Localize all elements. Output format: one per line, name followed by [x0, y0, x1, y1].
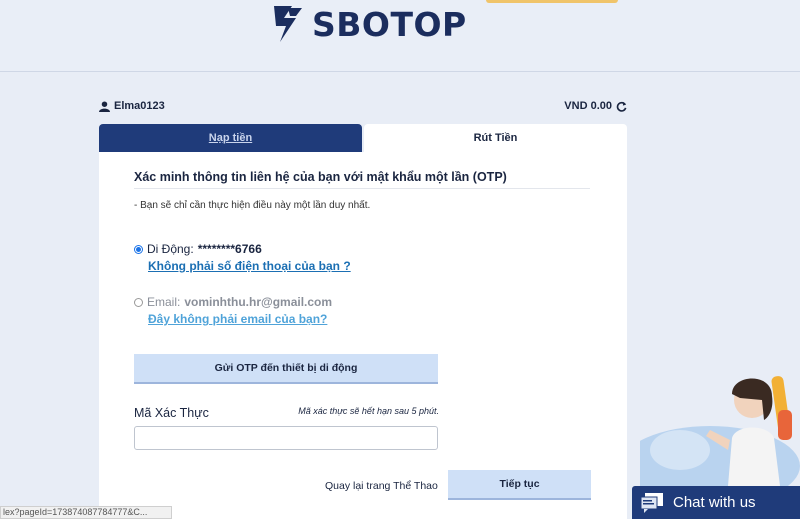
code-expiry-hint: Mã xác thực sẽ hết hạn sau 5 phút.: [298, 406, 439, 416]
email-value: vominhthu.hr@gmail.com: [184, 295, 333, 309]
mobile-radio[interactable]: [134, 244, 143, 254]
tab-withdraw[interactable]: Rút Tiền: [364, 124, 627, 152]
user-icon: [99, 100, 110, 112]
verification-code-input[interactable]: [134, 426, 438, 450]
otp-note: - Bạn sẽ chỉ cần thực hiện điều này một …: [134, 200, 371, 211]
mobile-label: Di Động:: [147, 242, 194, 256]
divider: [134, 188, 590, 189]
chat-widget[interactable]: Chat with us: [632, 486, 800, 519]
promo-character-image: [640, 370, 800, 486]
balance-info: VND 0.00: [564, 100, 627, 112]
otp-panel: Xác minh thông tin liên hệ của bạn với m…: [99, 152, 627, 519]
balance: VND 0.00: [564, 100, 612, 112]
not-my-email-link[interactable]: Đây không phải email của bạn?: [148, 312, 327, 326]
back-to-sports-link[interactable]: Quay lại trang Thể Thao: [325, 480, 438, 492]
mobile-value: ********6766: [197, 242, 262, 256]
send-otp-button[interactable]: Gửi OTP đến thiết bị di động: [134, 354, 438, 384]
continue-button[interactable]: Tiếp tục: [448, 470, 591, 500]
tab-deposit[interactable]: Nạp tiền: [99, 124, 362, 152]
code-label: Mã Xác Thực: [134, 406, 209, 420]
refresh-icon[interactable]: [616, 101, 627, 112]
otp-title: Xác minh thông tin liên hệ của bạn với m…: [134, 170, 507, 184]
brand-name: SBOTOP: [312, 4, 467, 44]
site-header: SBOTOP: [0, 0, 800, 72]
email-label: Email:: [147, 295, 181, 309]
email-radio[interactable]: [134, 297, 143, 307]
mobile-option[interactable]: Di Động: ********6766: [134, 242, 262, 256]
email-option[interactable]: Email: vominhthu.hr@gmail.com: [134, 295, 332, 309]
status-bar-url: lex?pageId=173874087784777&C...: [0, 506, 172, 519]
transaction-tabs: Nạp tiền Rút Tiền: [99, 124, 627, 152]
username: Elma0123: [114, 100, 165, 112]
chat-label: Chat with us: [673, 494, 756, 511]
account-bar: Elma0123 VND 0.00: [99, 97, 627, 115]
sbotop-logo[interactable]: SBOTOP: [270, 2, 467, 46]
chat-bubble-icon: [640, 492, 663, 513]
promo-illustration: [640, 376, 800, 486]
top-button[interactable]: [486, 0, 618, 3]
lightning-bolt-logo-icon: [274, 6, 302, 42]
user-info: Elma0123: [99, 100, 165, 112]
not-my-phone-link[interactable]: Không phải số điện thoại của bạn ?: [148, 259, 351, 273]
